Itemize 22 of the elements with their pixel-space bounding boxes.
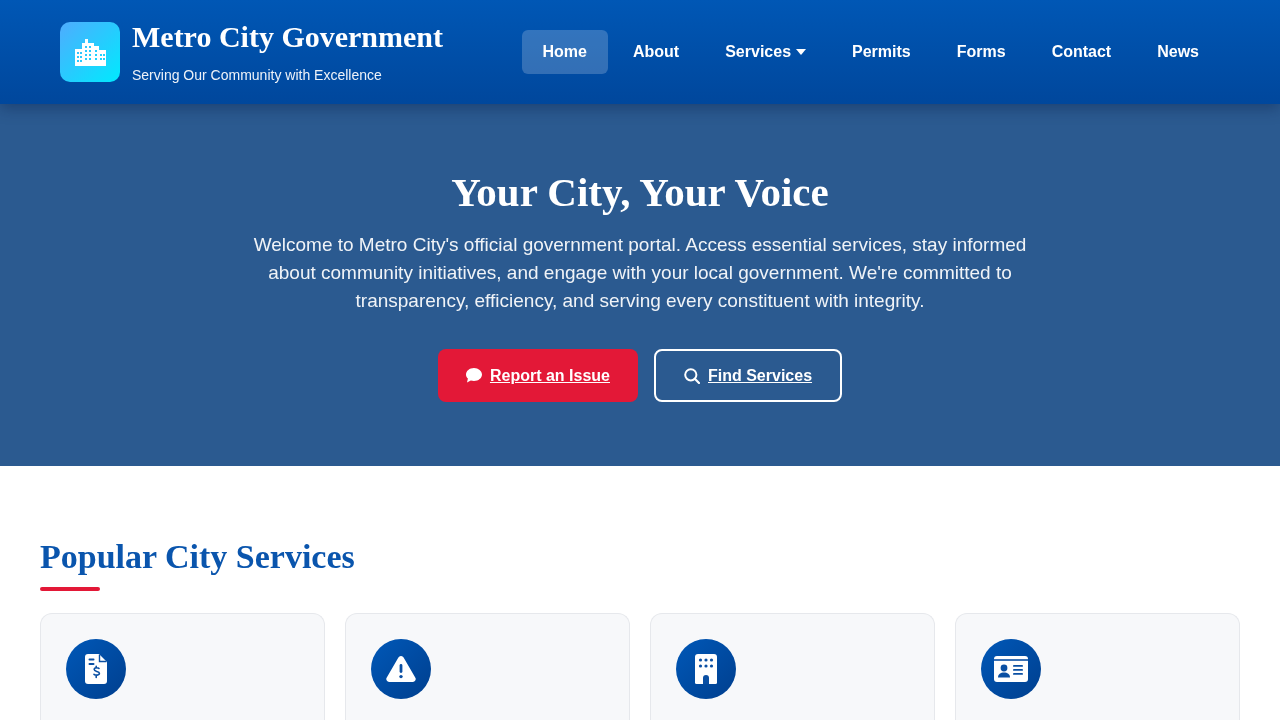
site-tagline: Serving Our Community with Excellence: [132, 66, 383, 84]
section-title: Popular City Services: [40, 537, 355, 577]
search-icon: [684, 367, 700, 384]
nav-link[interactable]: Forms: [935, 30, 1027, 74]
city-icon: [60, 22, 120, 82]
nav-link[interactable]: Contact: [1030, 30, 1133, 74]
dollar-document-icon: [66, 639, 126, 699]
warning-icon: [371, 639, 431, 699]
title-underline: [40, 587, 100, 591]
nav-link[interactable]: News: [1136, 30, 1220, 74]
find-button[interactable]: Find Services: [654, 349, 843, 402]
id-card-icon: [981, 639, 1041, 699]
site-title: Metro City Government: [132, 20, 443, 54]
nav-link[interactable]: Permits: [831, 30, 932, 74]
nav-link[interactable]: Home: [521, 30, 608, 74]
hero-text: Welcome to Metro City's official government portal. Access essential services, stay informed about community initiatives, and engage with your local government. We're committed to transparency, efficiency, and serving every constituent with integrity.: [252, 233, 1028, 313]
report-button[interactable]: Report an Issue: [437, 349, 638, 402]
building-icon: [676, 639, 736, 699]
hero-title: Your City, Your Voice: [451, 168, 829, 216]
nav-link[interactable]: Services: [704, 30, 828, 74]
speech-bubble-icon: [465, 368, 482, 383]
nav-link[interactable]: About: [612, 30, 701, 74]
